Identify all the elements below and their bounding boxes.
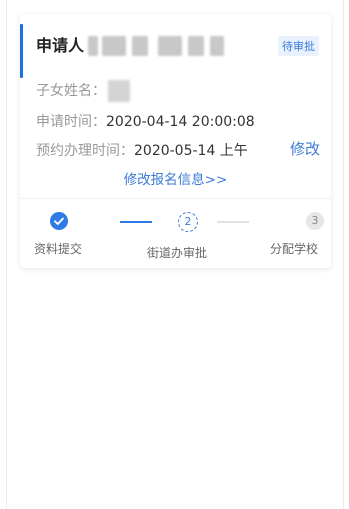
applicant-name-redacted — [88, 36, 228, 56]
applicant-label: 申请人 — [36, 36, 85, 55]
status-badge: 待审批 — [278, 36, 319, 56]
step-2-circle: 2 — [178, 212, 198, 232]
page-right-border — [343, 0, 344, 509]
step-3-circle: 3 — [306, 212, 324, 230]
page-left-border — [6, 0, 7, 509]
step-connector-active — [120, 221, 152, 223]
apply-time-row: 申请时间：2020-04-14 20:00:08 — [36, 111, 255, 131]
appointment-value: 2020-05-14 上午 — [134, 143, 248, 159]
modify-appointment-link[interactable]: 修改 — [290, 138, 320, 159]
step-1-circle — [50, 212, 68, 230]
appointment-label: 预约办理时间： — [36, 143, 134, 159]
step-connector-inactive — [217, 221, 249, 223]
child-name-label: 子女姓名： — [36, 83, 106, 99]
check-icon — [54, 217, 64, 225]
step-2-label: 街道办审批 — [147, 246, 208, 260]
appointment-row: 预约办理时间：2020-05-14 上午 — [36, 140, 248, 160]
edit-registration-info-link[interactable]: 修改报名信息>> — [20, 168, 331, 188]
child-name-row: 子女姓名： — [36, 80, 130, 102]
step-3-label: 分配学校 — [270, 242, 319, 256]
card-accent-bar — [20, 24, 23, 78]
step-1-label: 资料提交 — [34, 242, 83, 256]
child-name-redacted — [108, 80, 130, 102]
card-divider — [20, 198, 331, 199]
apply-time-value: 2020-04-14 20:00:08 — [106, 114, 255, 130]
application-card[interactable]: 申请人 待审批 子女姓名： 申请时间：2020-04-14 20:00:08 预… — [20, 14, 331, 268]
apply-time-label: 申请时间： — [36, 114, 106, 130]
